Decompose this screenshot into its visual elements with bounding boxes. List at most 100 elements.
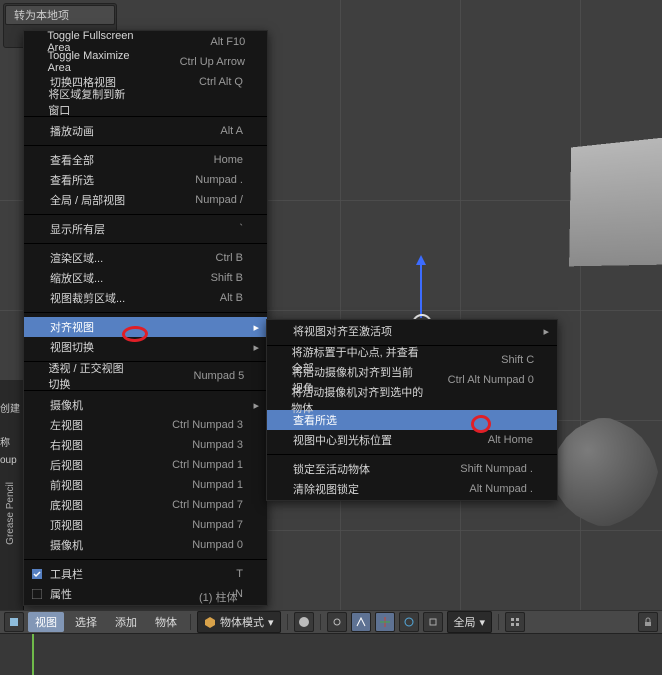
tool-panel-label: 创建 bbox=[0, 400, 20, 415]
menu-item-label: 视图切换 bbox=[50, 339, 132, 355]
operator-make-local[interactable]: 转为本地项 bbox=[5, 5, 115, 25]
menu-add[interactable]: 添加 bbox=[108, 612, 144, 632]
pivot-icon[interactable] bbox=[327, 612, 347, 632]
menu-item[interactable]: 视图切换 ▸ bbox=[24, 337, 267, 357]
menu-item-shortcut: Ctrl Alt Numpad 0 bbox=[429, 374, 534, 386]
menu-item-label: 左视图 bbox=[50, 417, 132, 433]
transform-gizmo-z[interactable] bbox=[420, 258, 422, 318]
menu-item[interactable]: 全局 / 局部视图Numpad / bbox=[24, 190, 267, 210]
tool-panel-field-group: oup bbox=[0, 455, 17, 466]
tool-panel-field-name: 称 bbox=[0, 434, 10, 449]
menu-item-shortcut: Ctrl Up Arrow bbox=[140, 56, 245, 68]
menu-item[interactable]: 顶视图Numpad 7 bbox=[24, 515, 267, 535]
menu-item[interactable]: 视图中心到光标位置 Alt Home bbox=[267, 430, 557, 450]
menu-item[interactable]: 工具栏T bbox=[24, 564, 267, 584]
layers-button[interactable] bbox=[505, 612, 525, 632]
menu-item-shortcut: Ctrl Numpad 3 bbox=[138, 419, 243, 431]
menu-view[interactable]: 视图 bbox=[28, 612, 64, 632]
menu-item-label: 视图中心到光标位置 bbox=[293, 432, 422, 448]
menu-item-shortcut: Numpad 7 bbox=[138, 519, 243, 531]
menu-item[interactable]: 将活动摄像机对齐到选中的物体 bbox=[267, 390, 557, 410]
menu-item[interactable]: 锁定至活动物体Shift Numpad . bbox=[267, 459, 557, 479]
menu-item-shortcut: Numpad 0 bbox=[138, 539, 243, 551]
menu-item-label: 渲染区域... bbox=[50, 250, 132, 266]
menu-item-label: 对齐视图 bbox=[50, 319, 132, 335]
menu-item[interactable]: 缩放区域... Shift B bbox=[24, 268, 267, 288]
menu-item-shortcut: Ctrl Numpad 7 bbox=[138, 499, 243, 511]
menu-item-label: 缩放区域... bbox=[50, 270, 132, 286]
mode-dropdown[interactable]: 物体模式 ▾ bbox=[197, 611, 281, 633]
menu-item[interactable]: 底视图Ctrl Numpad 7 bbox=[24, 495, 267, 515]
menu-item-label: 属性 bbox=[50, 586, 132, 602]
menu-item-label: 查看全部 bbox=[50, 152, 132, 168]
menu-item-shortcut: Alt Numpad . bbox=[428, 483, 533, 495]
mesh-object-cube[interactable] bbox=[569, 137, 662, 267]
menu-item[interactable]: 摄像机 ▸ bbox=[24, 395, 267, 415]
menu-item-label: 查看所选 bbox=[293, 412, 422, 428]
menu-item-shortcut: Alt F10 bbox=[140, 36, 245, 48]
manipulator-toggle[interactable] bbox=[351, 612, 371, 632]
menu-item-shortcut: Numpad 1 bbox=[138, 479, 243, 491]
menu-item[interactable]: 渲染区域... Ctrl B bbox=[24, 248, 267, 268]
scale-icon[interactable] bbox=[423, 612, 443, 632]
menu-object[interactable]: 物体 bbox=[148, 612, 184, 632]
menu-select[interactable]: 选择 bbox=[68, 612, 104, 632]
menu-item[interactable]: 查看全部Home bbox=[24, 150, 267, 170]
menu-item-label: 将视图对齐至激活项 bbox=[293, 323, 422, 339]
menu-item[interactable]: 右视图Numpad 3 bbox=[24, 435, 267, 455]
rotate-icon[interactable] bbox=[399, 612, 419, 632]
menu-item[interactable]: 查看所选 bbox=[267, 410, 557, 430]
submenu-arrow-icon: ▸ bbox=[249, 341, 259, 354]
menu-item-shortcut: Ctrl Numpad 1 bbox=[138, 459, 243, 471]
menu-item-label: 播放动画 bbox=[50, 123, 132, 139]
menu-item[interactable]: 显示所有层 ` bbox=[24, 219, 267, 239]
menu-item[interactable]: 左视图 Ctrl Numpad 3 bbox=[24, 415, 267, 435]
menu-item-label: 前视图 bbox=[50, 477, 132, 493]
menu-item[interactable]: 清除视图锁定Alt Numpad . bbox=[267, 479, 557, 499]
align-view-submenu: 将视图对齐至激活项▸将游标置于中心点, 并查看全部Shift C将活动摄像机对齐… bbox=[266, 319, 558, 501]
timeline[interactable] bbox=[0, 633, 662, 675]
checkbox-icon bbox=[32, 589, 44, 599]
menu-item-shortcut: ` bbox=[138, 223, 243, 235]
menu-item-shortcut: Shift B bbox=[138, 272, 243, 284]
menu-item[interactable]: 透视 / 正交视图切换Numpad 5 bbox=[24, 366, 267, 386]
viewport-header: 视图 选择 添加 物体 物体模式 ▾ 全局 ▾ bbox=[0, 610, 662, 634]
menu-item-shortcut: Alt A bbox=[138, 125, 243, 137]
menu-item-shortcut: Alt B bbox=[138, 292, 243, 304]
tool-shelf[interactable]: Grease Pencil bbox=[0, 380, 24, 640]
menu-item-shortcut: Numpad . bbox=[138, 174, 243, 186]
menu-item[interactable]: 视图裁剪区域... Alt B bbox=[24, 288, 267, 308]
menu-item-label: 视图裁剪区域... bbox=[50, 290, 132, 306]
menu-item-shortcut: Ctrl B bbox=[138, 252, 243, 264]
menu-item[interactable]: 将视图对齐至激活项▸ bbox=[267, 321, 557, 341]
menu-item-label: 摄像机 bbox=[50, 537, 132, 553]
chevron-icon: ▾ bbox=[480, 616, 486, 629]
menu-item-shortcut: Shift C bbox=[429, 354, 534, 366]
shading-solid-icon[interactable] bbox=[294, 612, 314, 632]
menu-item[interactable]: 前视图 Numpad 1 bbox=[24, 475, 267, 495]
menu-item[interactable]: Toggle Maximize Area Ctrl Up Arrow bbox=[24, 52, 267, 72]
menu-item[interactable]: 后视图 Ctrl Numpad 1 bbox=[24, 455, 267, 475]
menu-item-shortcut: T bbox=[138, 568, 243, 580]
menu-item-shortcut: Ctrl Alt Q bbox=[138, 76, 243, 88]
menu-item-label: 摄像机 bbox=[50, 397, 132, 413]
mesh-object-sphere[interactable] bbox=[550, 418, 658, 526]
chevron-icon: ▾ bbox=[268, 616, 274, 629]
menu-item[interactable]: 将区域复制到新窗口 bbox=[24, 92, 267, 112]
menu-item-label: 显示所有层 bbox=[50, 221, 132, 237]
menu-item-label: Toggle Maximize Area bbox=[48, 50, 134, 74]
menu-item-label: 将区域复制到新窗口 bbox=[48, 86, 133, 118]
translate-icon[interactable] bbox=[375, 612, 395, 632]
orientation-dropdown[interactable]: 全局 ▾ bbox=[447, 611, 493, 633]
menu-item-label: 后视图 bbox=[50, 457, 132, 473]
playhead[interactable] bbox=[32, 634, 34, 675]
menu-item[interactable]: 摄像机 Numpad 0 bbox=[24, 535, 267, 555]
menu-item-shortcut: Alt Home bbox=[428, 434, 533, 446]
submenu-arrow-icon: ▸ bbox=[249, 399, 259, 412]
menu-item[interactable]: 查看所选Numpad . bbox=[24, 170, 267, 190]
editor-type-icon[interactable] bbox=[4, 612, 24, 632]
menu-item[interactable]: Toggle Fullscreen AreaAlt F10 bbox=[24, 32, 267, 52]
lock-icon[interactable] bbox=[638, 612, 658, 632]
viewport-object-label: (1) 柱体 bbox=[199, 589, 238, 605]
menu-item[interactable]: 播放动画 Alt A bbox=[24, 121, 267, 141]
